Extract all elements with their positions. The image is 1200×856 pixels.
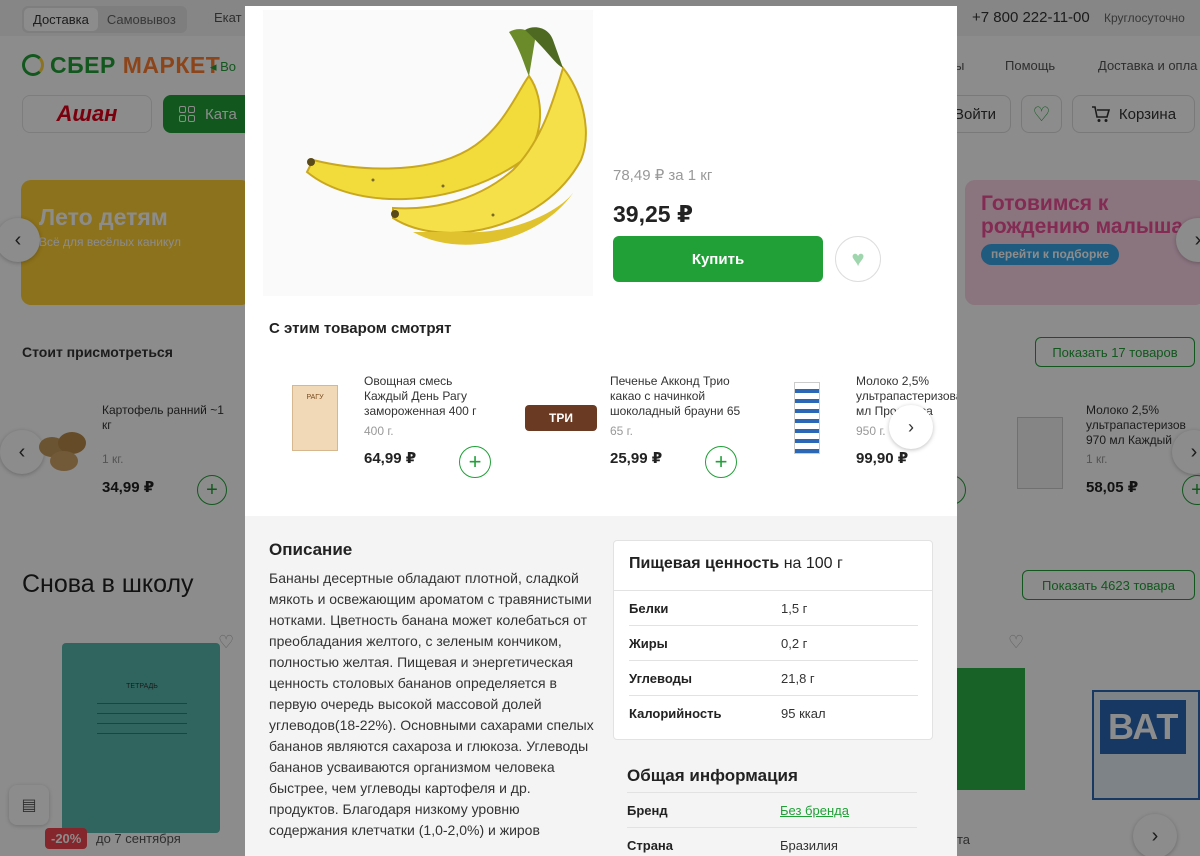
plus-icon: + bbox=[714, 449, 728, 474]
nutrition-row: Калорийность 95 ккал bbox=[629, 706, 826, 721]
product-weight: 950 г. bbox=[856, 424, 886, 438]
heart-icon: ♥ bbox=[851, 246, 865, 271]
nutrition-row: Углеводы 21,8 г bbox=[629, 661, 918, 696]
description-title: Описание bbox=[269, 540, 353, 559]
chevron-right-icon: › bbox=[908, 416, 914, 437]
product-weight: 400 г. bbox=[364, 424, 394, 438]
banana-image bbox=[305, 27, 587, 245]
related-product-card[interactable]: ТРИ Печенье Акконд Трио какао с начинкой… bbox=[515, 372, 755, 482]
product-thumbnail: ТРИ bbox=[515, 372, 607, 464]
nutrition-row: Жиры 0,2 г bbox=[629, 626, 918, 661]
buy-button[interactable]: Купить bbox=[613, 236, 823, 282]
product-modal: 78,49 ₽ за 1 кг 39,25 ₽ Купить ♥ С этим … bbox=[245, 6, 957, 856]
product-price: 64,99 ₽ bbox=[364, 450, 417, 467]
nutrition-header: Пищевая ценность на 100 г bbox=[614, 541, 932, 591]
related-product-card[interactable]: РАГУ Овощная смесь Каждый День Рагу замо… bbox=[269, 372, 509, 482]
nutrition-row: Белки 1,5 г bbox=[629, 591, 918, 626]
general-info-table: Бренд Без бренда Страна Бразилия bbox=[627, 792, 917, 856]
product-price: 99,90 ₽ bbox=[856, 450, 909, 467]
product-price: 25,99 ₽ bbox=[610, 450, 663, 467]
product-price: 39,25 ₽ bbox=[613, 201, 693, 227]
product-weight: 65 г. bbox=[610, 424, 633, 438]
add-to-cart-button[interactable]: + bbox=[459, 446, 491, 478]
brand-link[interactable]: Без бренда bbox=[780, 803, 849, 818]
general-info-row: Бренд Без бренда bbox=[627, 792, 917, 827]
nutrition-table: Пищевая ценность на 100 г Белки 1,5 г Жир… bbox=[613, 540, 933, 740]
product-details: Описание Бананы десертные обладают плотн… bbox=[245, 516, 957, 856]
price-per-kg: 78,49 ₽ за 1 кг bbox=[613, 167, 713, 184]
general-info-row: Страна Бразилия bbox=[627, 827, 917, 856]
product-thumbnail: РАГУ bbox=[269, 372, 361, 464]
product-thumbnail bbox=[761, 372, 853, 464]
related-next-button[interactable]: › bbox=[889, 405, 933, 449]
description-text: Бананы десертные обладают плотной, сладк… bbox=[269, 570, 594, 838]
general-info-title: Общая информация bbox=[627, 766, 798, 785]
related-products-title: С этим товаром смотрят bbox=[269, 320, 452, 337]
add-to-favorites-button[interactable]: ♥ bbox=[835, 236, 881, 282]
product-name[interactable]: Овощная смесь Каждый День Рагу заморожен… bbox=[364, 374, 496, 419]
plus-icon: + bbox=[468, 449, 482, 474]
product-name[interactable]: Печенье Акконд Трио какао с начинкой шок… bbox=[610, 374, 742, 419]
add-to-cart-button[interactable]: + bbox=[705, 446, 737, 478]
product-image-banana bbox=[263, 10, 593, 296]
